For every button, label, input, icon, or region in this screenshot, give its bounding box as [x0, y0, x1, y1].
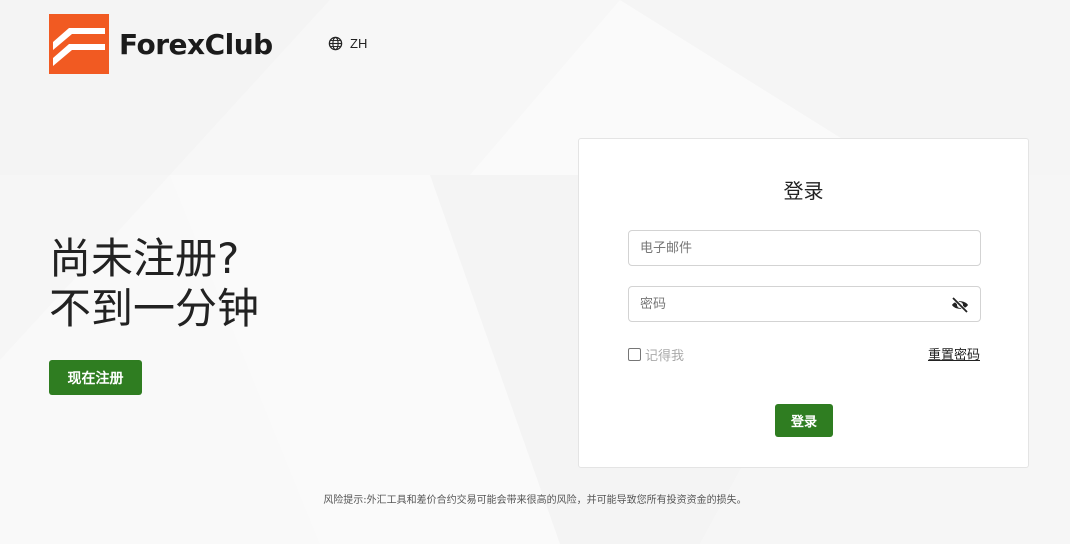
globe-icon	[328, 36, 343, 51]
register-now-button[interactable]: 现在注册	[49, 360, 142, 395]
password-input[interactable]	[629, 287, 980, 321]
promo-line-1: 尚未注册?	[49, 234, 240, 283]
header: ForexClub ZH	[49, 14, 367, 74]
email-field-wrapper	[628, 230, 981, 266]
forexclub-logo-icon	[49, 14, 109, 74]
password-field-wrapper	[628, 286, 981, 322]
promo-line-2: 不到一分钟	[49, 284, 260, 333]
email-input[interactable]	[629, 231, 980, 265]
reset-password-link[interactable]: 重置密码	[928, 344, 980, 363]
login-submit-button[interactable]: 登录	[775, 404, 833, 437]
risk-notice: 风险提示:外汇工具和差价合约交易可能会带来很高的风险，并可能导致您所有投资资金的…	[323, 495, 747, 506]
brand-logo[interactable]: ForexClub	[49, 14, 273, 74]
remember-me-checkbox[interactable]	[628, 348, 641, 361]
signup-promo: 尚未注册? 不到一分钟	[49, 234, 259, 334]
remember-me: 记得我	[628, 345, 684, 364]
brand-name: ForexClub	[119, 27, 273, 61]
login-title: 登录	[783, 179, 824, 203]
login-card: 登录 记得我 重置密码 登录	[578, 138, 1029, 468]
language-selector[interactable]: ZH	[328, 36, 367, 51]
eye-slash-icon[interactable]	[950, 295, 970, 315]
language-label: ZH	[350, 36, 368, 51]
remember-me-label[interactable]: 记得我	[645, 345, 684, 364]
